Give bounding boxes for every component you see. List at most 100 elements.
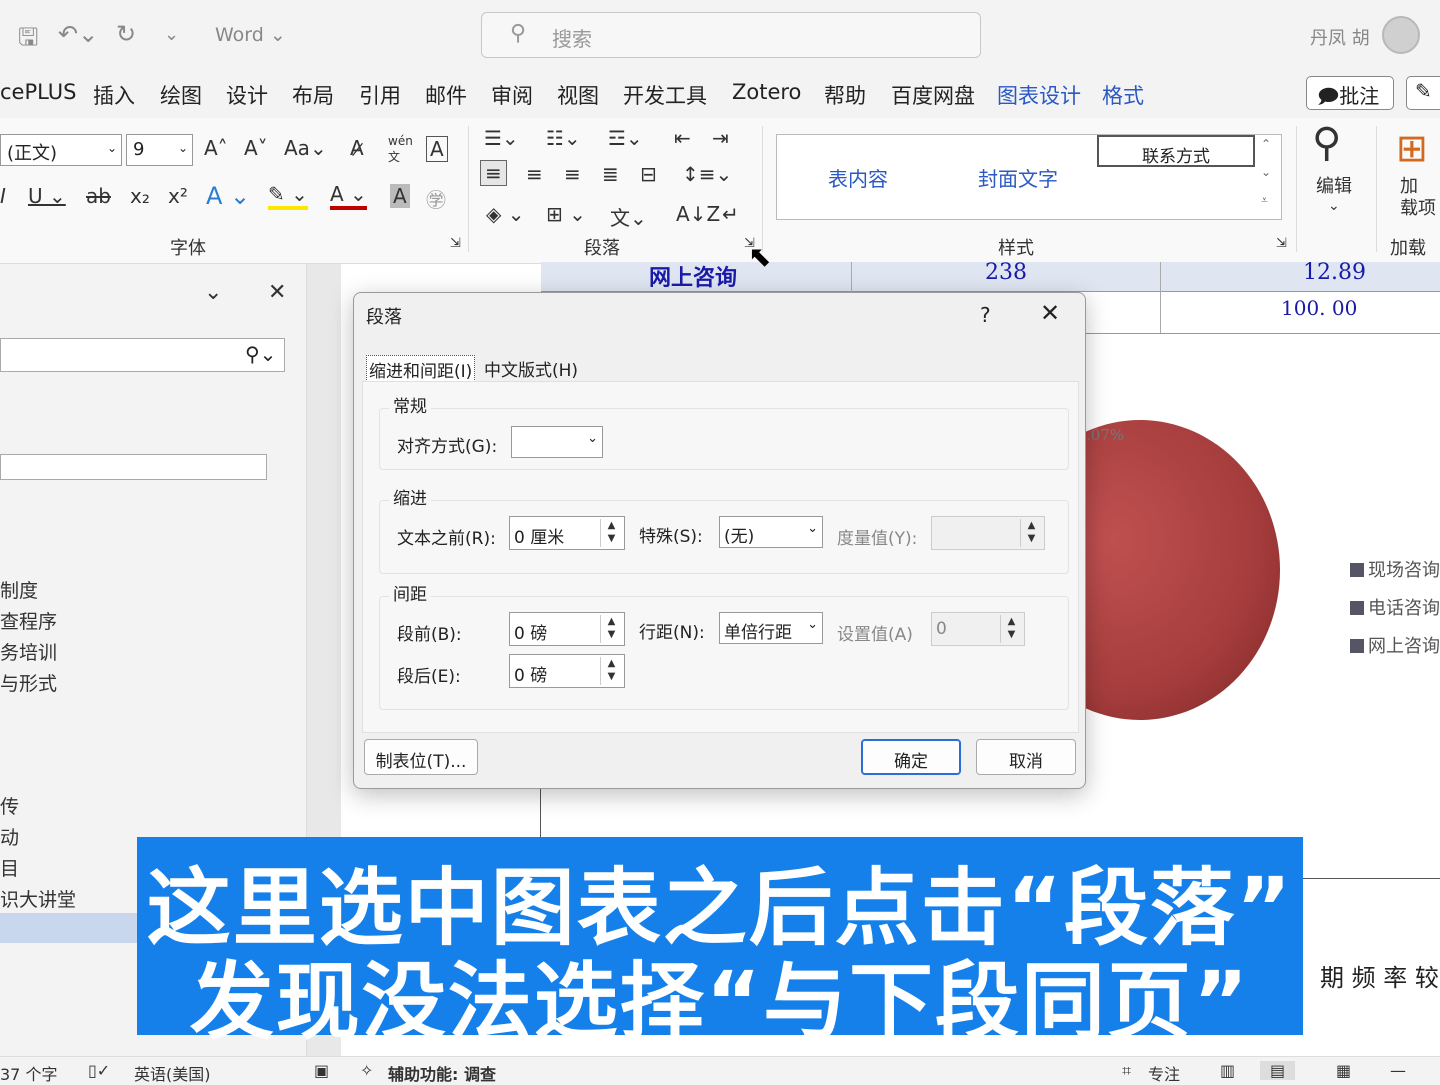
nav-heading[interactable]: 目 [0,854,19,881]
close-button[interactable]: ✕ [1040,299,1060,327]
distributed-icon[interactable]: ⊟ [640,162,657,186]
find-icon[interactable]: ⚲ [1312,120,1341,166]
numbering-icon[interactable]: ☷⌄ [546,126,581,150]
highlight-icon[interactable]: ✎ ⌄ [268,182,308,210]
print-layout-icon[interactable]: ▤ [1260,1061,1296,1080]
style-contact[interactable]: 联系方式 [1097,135,1255,167]
align-left-icon[interactable]: ≡ [480,160,507,186]
user-name[interactable]: 丹凤 胡 [1310,24,1370,50]
decrease-indent-icon[interactable]: ⇤ [674,126,691,150]
subscript-icon[interactable]: x₂ [130,184,150,208]
justify-icon[interactable]: ≣ [602,162,619,186]
macro-icon[interactable]: ▣ [314,1061,329,1080]
tab-chinese-typography[interactable]: 中文版式(H) [482,355,580,382]
align-center-icon[interactable]: ≡ [526,162,543,186]
nav-heading[interactable]: 查程序 [0,607,57,634]
spinner-arrows-icon[interactable]: ▲ ▼ [1000,615,1022,643]
tab-mailings[interactable]: 邮件 [425,80,467,110]
nav-heading[interactable]: 动 [0,823,19,850]
proofing-icon[interactable]: ▯✓ [88,1061,110,1080]
chevron-down-icon[interactable]: ⌄ [204,280,222,305]
search-box[interactable]: ⚲ 搜索 [481,12,981,58]
tab-layout[interactable]: 布局 [292,80,334,110]
space-before-spinner[interactable]: 0 磅 ▲ ▼ [509,612,625,646]
accessibility-status[interactable]: 辅助功能: 调查 [388,1061,496,1085]
increase-indent-icon[interactable]: ⇥ [712,126,729,150]
edit-button[interactable]: 编辑 [1316,172,1352,198]
customize-toolbar-icon[interactable]: ⌄ [164,24,179,45]
line-spacing-icon[interactable]: ↕≡⌄ [682,162,732,186]
tab-officeplus[interactable]: cePLUS [0,80,76,104]
scroll-up-icon[interactable]: ⌃ [1261,137,1271,151]
more-styles-icon[interactable]: ⩡ [1261,193,1268,208]
nav-selected-item[interactable] [0,913,140,943]
superscript-icon[interactable]: x² [168,184,188,208]
close-icon[interactable]: ✕ [268,280,286,305]
tab-view[interactable]: 视图 [557,80,599,110]
tab-help[interactable]: 帮助 [824,80,866,110]
tabs-button[interactable]: 制表位(T)... [364,739,478,775]
scroll-down-icon[interactable]: ⌄ [1261,165,1271,179]
grow-font-icon[interactable]: A˄ [204,136,228,160]
font-name-combo[interactable]: (正文) ⌄ [0,134,122,166]
avatar[interactable] [1382,16,1420,54]
chinese-layout-icon[interactable]: 文⌄ [610,202,647,231]
spinner-arrows-icon[interactable]: ▲ ▼ [1020,519,1042,547]
space-after-spinner[interactable]: 0 磅 ▲ ▼ [509,654,625,688]
addins-icon[interactable]: ⊞ [1396,126,1428,170]
bullets-icon[interactable]: ☰⌄ [484,126,519,150]
italic-icon[interactable]: I [0,184,6,208]
phonetic-guide-icon[interactable]: wén 文 [388,134,413,165]
nav-result-bar[interactable] [0,454,267,480]
undo-icon[interactable]: ↶⌄ [58,20,98,48]
web-layout-icon[interactable]: ▦ [1336,1061,1351,1080]
sort-icon[interactable]: A↓Z [676,202,720,226]
language-status[interactable]: 英语(美国) [134,1061,211,1085]
char-border-icon[interactable]: A [426,136,448,162]
nav-heading[interactable]: 传 [0,792,19,819]
addins-button[interactable]: 加 载项 [1400,176,1436,220]
line-spacing-select[interactable]: 单倍行距 ⌄ [719,612,823,644]
redo-icon[interactable]: ↻ [116,20,136,48]
nav-heading[interactable]: 制度 [0,576,38,603]
focus-mode[interactable]: 专注 [1148,1061,1180,1085]
word-count[interactable]: 37 个字 [0,1061,57,1085]
style-cover-text[interactable]: 封面文字 [939,135,1097,219]
before-text-spinner[interactable]: 0 厘米 ▲ ▼ [509,516,625,550]
nav-search-input[interactable]: ⚲⌄ [0,338,285,372]
tab-review[interactable]: 审阅 [491,80,533,110]
show-marks-icon[interactable]: ↵ [722,202,739,226]
tab-insert[interactable]: 插入 [93,80,135,110]
tab-indent-spacing[interactable]: 缩进和间距(I) [366,355,476,384]
zoom-slider[interactable]: — [1390,1061,1406,1080]
borders-icon[interactable]: ⊞ ⌄ [546,202,586,226]
save-icon[interactable]: 🖫 [18,20,38,61]
strikethrough-icon[interactable]: ab [86,184,111,208]
nav-heading[interactable]: 务培训 [0,638,57,665]
tab-developer[interactable]: 开发工具 [623,80,707,110]
style-table-content[interactable]: 表内容 [779,135,937,219]
ok-button[interactable]: 确定 [861,739,961,775]
clear-format-icon[interactable]: A̷ [350,136,364,160]
spinner-arrows-icon[interactable]: ▲ ▼ [600,615,622,643]
nav-heading[interactable]: 识大讲堂 [0,885,76,912]
special-select[interactable]: (无) ⌄ [719,516,823,548]
tab-zotero[interactable]: Zotero [732,80,801,104]
read-mode-icon[interactable]: ▥ [1220,1061,1235,1080]
spinner-arrows-icon[interactable]: ▲ ▼ [600,519,622,547]
setting-spinner[interactable]: 0 ▲ ▼ [931,612,1025,646]
tab-format[interactable]: 格式 [1102,80,1144,110]
cancel-button[interactable]: 取消 [976,739,1076,775]
char-shading-icon[interactable]: A [390,184,410,208]
shrink-font-icon[interactable]: A˅ [244,136,268,160]
enclose-char-icon[interactable]: ㊫ [426,184,446,213]
tab-references[interactable]: 引用 [359,80,401,110]
multilevel-list-icon[interactable]: ☲⌄ [608,126,643,150]
align-right-icon[interactable]: ≡ [564,162,581,186]
help-button[interactable]: ? [980,303,991,327]
underline-icon[interactable]: U ⌄ [28,184,66,208]
change-case-icon[interactable]: Aa⌄ [284,136,327,160]
tab-baidu[interactable]: 百度网盘 [891,80,975,110]
font-color-icon[interactable]: A ⌄ [330,182,367,210]
tab-draw[interactable]: 绘图 [160,80,202,110]
